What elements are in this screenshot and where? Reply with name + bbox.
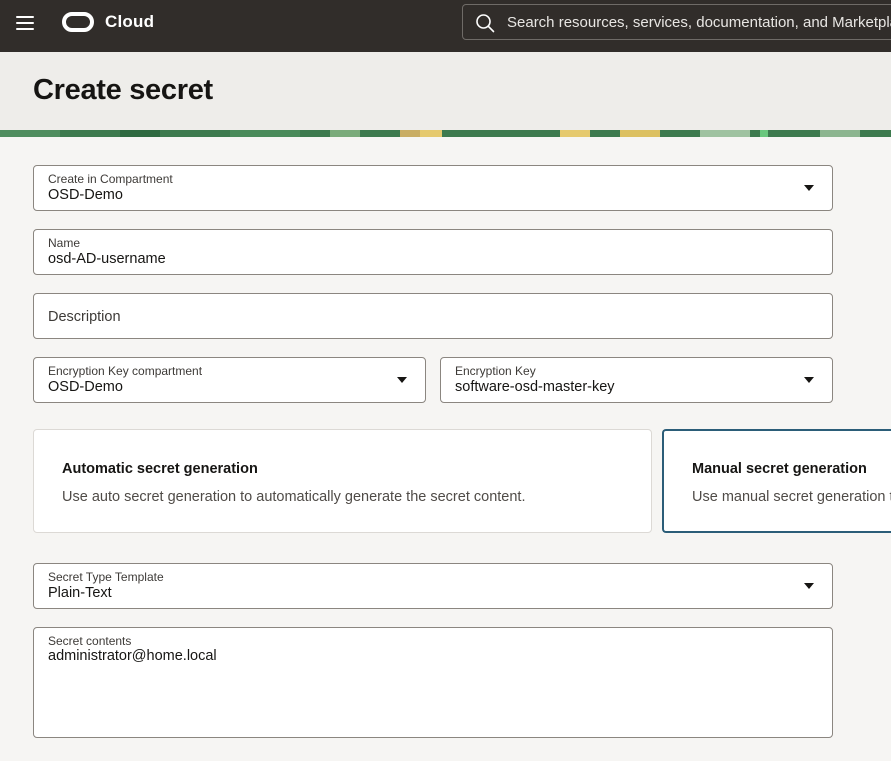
compartment-label: Create in Compartment bbox=[48, 172, 173, 186]
brand-name[interactable]: Cloud bbox=[105, 12, 154, 32]
compartment-select[interactable]: Create in Compartment OSD-Demo bbox=[33, 165, 833, 211]
encryption-key-select[interactable]: Encryption Key software-osd-master-key bbox=[440, 357, 833, 403]
hamburger-menu-icon[interactable] bbox=[16, 15, 35, 31]
search-icon bbox=[476, 14, 495, 33]
automatic-generation-title: Automatic secret generation bbox=[62, 461, 258, 477]
name-field[interactable]: Name osd-AD-username bbox=[33, 229, 833, 275]
chevron-down-icon bbox=[804, 185, 814, 191]
search-placeholder: Search resources, services, documentatio… bbox=[507, 14, 891, 31]
description-placeholder: Description bbox=[48, 309, 121, 325]
encryption-key-compartment-select[interactable]: Encryption Key compartment OSD-Demo bbox=[33, 357, 426, 403]
secret-contents-textarea[interactable]: Secret contents administrator@home.local bbox=[33, 627, 833, 738]
secret-contents-label: Secret contents bbox=[48, 634, 132, 648]
encryption-key-compartment-label: Encryption Key compartment bbox=[48, 364, 203, 378]
secret-type-template-select[interactable]: Secret Type Template Plain-Text bbox=[33, 563, 833, 609]
encryption-key-label: Encryption Key bbox=[455, 364, 536, 378]
manual-generation-description: Use manual secret generation to bbox=[692, 489, 891, 505]
oracle-logo-icon[interactable] bbox=[62, 12, 94, 32]
top-navigation-bar: Cloud Search resources, services, docume… bbox=[0, 0, 891, 52]
manual-generation-card[interactable]: Manual secret generation Use manual secr… bbox=[662, 429, 891, 533]
secret-type-template-label: Secret Type Template bbox=[48, 570, 164, 584]
chevron-down-icon bbox=[804, 583, 814, 589]
automatic-generation-description: Use auto secret generation to automatica… bbox=[62, 489, 526, 505]
secret-contents-value: administrator@home.local bbox=[48, 648, 217, 664]
automatic-generation-card[interactable]: Automatic secret generation Use auto sec… bbox=[33, 429, 652, 533]
decorative-banner bbox=[0, 130, 891, 137]
page-header: Create secret bbox=[0, 52, 891, 130]
encryption-key-value: software-osd-master-key bbox=[455, 379, 615, 395]
compartment-value: OSD-Demo bbox=[48, 187, 123, 203]
name-value: osd-AD-username bbox=[48, 251, 166, 267]
description-field[interactable]: Description bbox=[33, 293, 833, 339]
page-title: Create secret bbox=[33, 74, 213, 106]
chevron-down-icon bbox=[804, 377, 814, 383]
name-label: Name bbox=[48, 236, 81, 250]
encryption-key-compartment-value: OSD-Demo bbox=[48, 379, 123, 395]
search-input[interactable]: Search resources, services, documentatio… bbox=[462, 4, 891, 40]
secret-type-template-value: Plain-Text bbox=[48, 585, 112, 601]
manual-generation-title: Manual secret generation bbox=[692, 461, 867, 477]
chevron-down-icon bbox=[397, 377, 407, 383]
